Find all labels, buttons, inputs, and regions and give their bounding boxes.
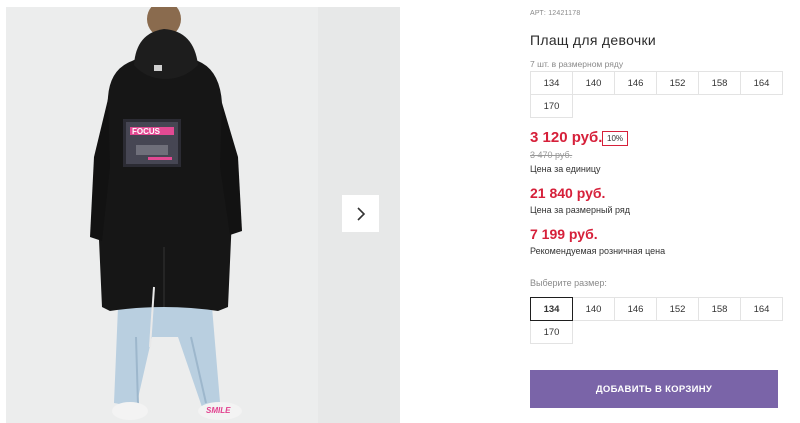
pack-size-item: 146 (614, 71, 657, 95)
size-option-164[interactable]: 164 (740, 297, 783, 321)
unit-price-label: Цена за единицу (530, 164, 601, 174)
add-to-cart-button[interactable]: ДОБАВИТЬ В КОРЗИНУ (530, 370, 778, 408)
old-price: 3 470 руб. (530, 150, 573, 160)
size-selector: 134 140 146 152 158 164 170 (530, 297, 783, 344)
product-title: Плащ для девочки (530, 32, 656, 48)
pack-size-item: 140 (572, 71, 615, 95)
size-option-170[interactable]: 170 (530, 320, 573, 344)
shoe-print-text: SMILE (206, 406, 231, 415)
choose-size-label: Выберите размер: (530, 278, 607, 288)
unit-price: 3 120 руб. (530, 129, 603, 146)
recommended-retail-price-label: Рекомендуемая розничная цена (530, 246, 666, 256)
pack-size-list: 134 140 146 152 158 164 170 (530, 71, 783, 118)
product-image[interactable]: SMILE FOCUS (6, 7, 318, 423)
pack-size-item: 170 (530, 94, 573, 118)
chevron-right-icon (356, 206, 365, 221)
recommended-retail-price: 7 199 руб. (530, 226, 598, 242)
pack-price-label: Цена за размерный ряд (530, 205, 631, 215)
pack-size-item: 164 (740, 71, 783, 95)
pack-size-label: 7 шт. в размерном ряду (530, 59, 624, 69)
pack-size-item: 158 (698, 71, 741, 95)
coat-illustration: SMILE FOCUS (6, 7, 318, 423)
article-number: АРТ: 12421178 (530, 10, 581, 17)
size-option-158[interactable]: 158 (698, 297, 741, 321)
coat-print-text: FOCUS (132, 127, 161, 136)
size-option-134[interactable]: 134 (530, 297, 573, 321)
pack-size-item: 134 (530, 71, 573, 95)
pack-size-item: 152 (656, 71, 699, 95)
product-page: SMILE FOCUS АРТ: 12421178 Плащ для девоч… (0, 0, 800, 423)
product-info-panel: АРТ: 12421178 Плащ для девочки 7 шт. в р… (530, 0, 800, 423)
size-option-146[interactable]: 146 (614, 297, 657, 321)
discount-badge: 10% (602, 131, 629, 146)
size-option-152[interactable]: 152 (656, 297, 699, 321)
next-image-button[interactable] (342, 195, 379, 232)
size-option-140[interactable]: 140 (572, 297, 615, 321)
pack-price: 21 840 руб. (530, 185, 606, 201)
